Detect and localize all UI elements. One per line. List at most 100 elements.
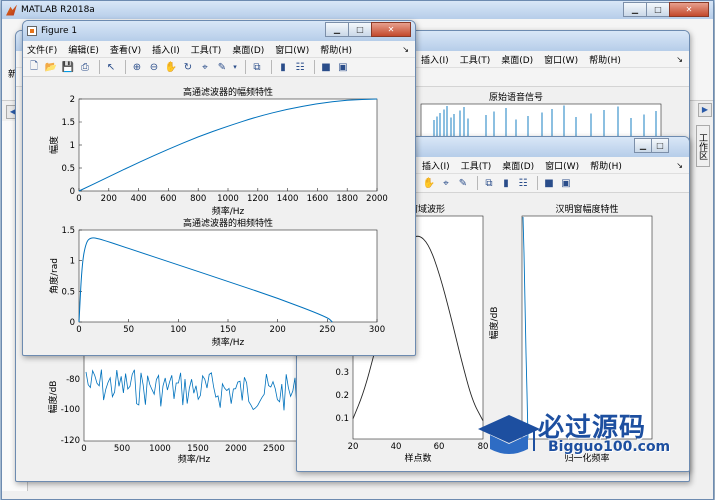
- toolbar-separator: [271, 60, 272, 74]
- menu-insert[interactable]: 插入(I): [152, 43, 180, 56]
- toolbar-separator: [125, 60, 126, 74]
- x-tick-label: 200: [101, 194, 117, 204]
- y-tick-label: 1.5: [61, 118, 75, 128]
- restore-button[interactable]: □: [348, 22, 372, 37]
- rotate-3d-icon[interactable]: ↻: [181, 60, 195, 74]
- window-ytick: 0.3: [335, 368, 349, 378]
- new-figure-icon[interactable]: 🗋: [27, 60, 41, 74]
- y-tick-label: 1: [70, 141, 75, 151]
- menu-window[interactable]: 窗口(W): [545, 159, 579, 172]
- magnitude-title: 高通滤波器的幅频特性: [183, 86, 273, 98]
- menu-help[interactable]: 帮助(H): [320, 43, 352, 56]
- data-cursor-icon[interactable]: ⌖: [198, 60, 212, 74]
- brush-icon[interactable]: ✎: [215, 60, 229, 74]
- print-icon[interactable]: ⎙: [78, 60, 92, 74]
- magnitude-axes: [78, 98, 378, 192]
- menu-edit[interactable]: 编辑(E): [68, 43, 99, 56]
- magnitude-yticks: 0 0.5 1 1.5 2: [61, 95, 75, 197]
- x-tick-label: 1800: [336, 194, 358, 204]
- matlab-logo-icon: [6, 4, 17, 16]
- save-icon[interactable]: 💾: [61, 60, 75, 74]
- spectrum-xtick: 1000: [149, 444, 171, 454]
- figure1-title: Figure 1: [41, 26, 78, 36]
- hide-plot-tools-icon[interactable]: ■: [542, 176, 556, 190]
- x-tick-label: 250: [319, 325, 335, 335]
- show-plot-tools-icon[interactable]: ▣: [336, 60, 350, 74]
- close-button[interactable]: ✕: [669, 2, 709, 17]
- phase-xticks: 0 50 100 150 200 250 300: [76, 325, 385, 335]
- spectrum-ytick: -80: [66, 375, 80, 385]
- zoom-out-icon[interactable]: ⊖: [147, 60, 161, 74]
- pan-icon[interactable]: ✋: [164, 60, 178, 74]
- menu-view[interactable]: 查看(V): [110, 43, 141, 56]
- link-icon[interactable]: ⧉: [482, 176, 496, 190]
- toolbar-separator: [245, 60, 246, 74]
- y-tick-label: 0.5: [61, 287, 75, 297]
- brush-icon[interactable]: ✎: [456, 176, 470, 190]
- link-icon[interactable]: ⧉: [250, 60, 264, 74]
- spectrum-ylabel: 幅度/dB: [47, 381, 59, 414]
- panel-toggle-icon[interactable]: ▶: [698, 103, 712, 117]
- phase-axes: [78, 229, 378, 323]
- restore-button[interactable]: □: [646, 2, 670, 17]
- phase-xlabel: 频率/Hz: [212, 336, 245, 348]
- menu-window[interactable]: 窗口(W): [544, 53, 578, 66]
- dock-arrow-icon[interactable]: ↘: [676, 161, 683, 170]
- phase-ylabel: 角度/rad: [48, 258, 60, 294]
- window-ytick: 0.1: [335, 414, 349, 424]
- x-tick-label: 100: [170, 325, 186, 335]
- dock-arrow-icon[interactable]: ↘: [676, 55, 683, 64]
- spectrum-xlabel: 频率/Hz: [178, 453, 211, 465]
- spectrum-ytick: -120: [61, 436, 80, 446]
- close-button[interactable]: ✕: [371, 22, 411, 37]
- phase-title: 高通滤波器的相频特性: [183, 217, 273, 229]
- minimize-button[interactable]: ▁: [634, 138, 652, 153]
- menu-insert[interactable]: 插入(I): [422, 159, 450, 172]
- window-xlabel: 样点数: [404, 452, 431, 464]
- toolbar-separator: [477, 176, 478, 190]
- open-file-icon[interactable]: 📂: [44, 60, 58, 74]
- menu-help[interactable]: 帮助(H): [590, 159, 622, 172]
- magnitude-xlabel: 频率/Hz: [212, 205, 245, 217]
- colorbar-icon[interactable]: ▮: [276, 60, 290, 74]
- workspace-label-1: 工: [697, 132, 707, 142]
- figure1-menubar: 文件(F) 编辑(E) 查看(V) 插入(I) 工具(T) 桌面(D) 窗口(W…: [23, 41, 415, 58]
- minimize-button[interactable]: ▁: [325, 22, 349, 37]
- menu-desktop[interactable]: 桌面(D): [501, 53, 533, 66]
- dropdown-arrow-icon[interactable]: ▾: [232, 60, 238, 74]
- window-xtick: 60: [434, 442, 445, 452]
- x-tick-label: 300: [369, 325, 385, 335]
- window-xticks: 20 40 60 80: [348, 442, 489, 452]
- menu-insert[interactable]: 插入(I): [421, 53, 449, 66]
- minimize-button[interactable]: ▁: [623, 2, 647, 17]
- pan-icon[interactable]: ✋: [422, 176, 436, 190]
- restore-button[interactable]: □: [651, 138, 669, 153]
- matlab-title: MATLAB R2018a: [21, 5, 95, 15]
- menu-desktop[interactable]: 桌面(D): [502, 159, 534, 172]
- menu-tools[interactable]: 工具(T): [460, 53, 491, 66]
- legend-icon[interactable]: ☷: [516, 176, 530, 190]
- data-cursor-icon[interactable]: ⌖: [439, 176, 453, 190]
- menu-desktop[interactable]: 桌面(D): [232, 43, 264, 56]
- x-tick-label: 50: [123, 325, 134, 335]
- menu-file[interactable]: 文件(F): [27, 43, 57, 56]
- show-plot-tools-icon[interactable]: ▣: [559, 176, 573, 190]
- edit-plot-arrow-icon[interactable]: ↖: [104, 60, 118, 74]
- figure1-canvas: 高通滤波器的幅频特性 0 200 400 600 800 1000 1200 1400 1600…: [48, 86, 388, 348]
- menu-tools[interactable]: 工具(T): [191, 43, 222, 56]
- y-tick-label: 0: [70, 187, 75, 197]
- magnitude-xticks: 0 200 400 600 800 1000 1200 1400 1600 1800 2000: [76, 194, 388, 204]
- hide-plot-tools-icon[interactable]: ■: [319, 60, 333, 74]
- legend-icon[interactable]: ☷: [293, 60, 307, 74]
- hamming-title: 汉明窗幅度特性: [555, 203, 618, 215]
- colorbar-icon[interactable]: ▮: [499, 176, 513, 190]
- dock-arrow-icon[interactable]: ↘: [402, 45, 409, 54]
- menu-window[interactable]: 窗口(W): [275, 43, 309, 56]
- toolbar-separator: [99, 60, 100, 74]
- workspace-tab[interactable]: 工作区: [696, 125, 710, 167]
- menu-help[interactable]: 帮助(H): [589, 53, 621, 66]
- graduation-cap-icon: [478, 415, 540, 454]
- figure-icon: [27, 26, 37, 36]
- menu-tools[interactable]: 工具(T): [461, 159, 492, 172]
- zoom-in-icon[interactable]: ⊕: [130, 60, 144, 74]
